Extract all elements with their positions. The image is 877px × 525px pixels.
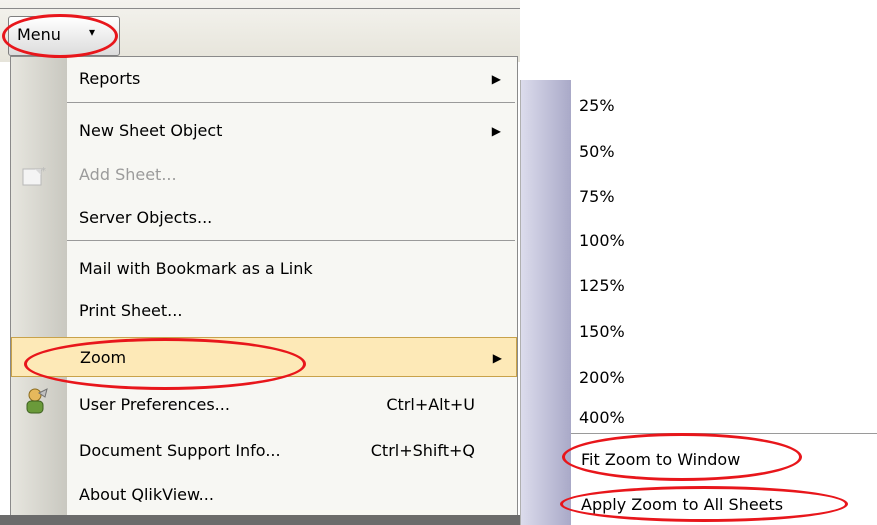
menu-item-label: Add Sheet... — [79, 165, 177, 184]
zoom-level-125[interactable]: 125% — [579, 266, 625, 306]
zoom-level-25[interactable]: 25% — [579, 86, 615, 126]
menu-item-mail-bookmark[interactable]: Mail with Bookmark as a Link — [67, 249, 515, 289]
menu-icon-gutter — [11, 57, 67, 517]
add-sheet-icon: * — [22, 166, 46, 186]
annotation-apply-zoom-ellipse — [560, 486, 848, 522]
annotation-fit-zoom-ellipse — [562, 433, 802, 481]
toolbar-border — [0, 8, 520, 9]
menu-item-label: Mail with Bookmark as a Link — [79, 259, 313, 278]
menu-item-print-sheet[interactable]: Print Sheet... — [67, 291, 515, 331]
menu-item-document-support-info[interactable]: Document Support Info... Ctrl+Shift+Q — [67, 431, 515, 471]
shortcut-label: Ctrl+Shift+Q — [370, 441, 475, 460]
zoom-level-150[interactable]: 150% — [579, 312, 625, 352]
menu-item-label: Server Objects... — [79, 208, 213, 227]
zoom-level-100[interactable]: 100% — [579, 221, 625, 261]
submenu-arrow-icon: ▶ — [491, 124, 501, 138]
zoom-level-200[interactable]: 200% — [579, 358, 625, 398]
svg-text:*: * — [41, 166, 46, 177]
menu-item-add-sheet[interactable]: Add Sheet... — [67, 155, 515, 195]
menu-item-label: About QlikView... — [79, 485, 214, 504]
submenu-arrow-icon: ▶ — [492, 351, 502, 365]
zoom-level-50[interactable]: 50% — [579, 132, 615, 172]
annotation-menu-ellipse — [2, 14, 118, 58]
menu-item-about-qlikview[interactable]: About QlikView... — [67, 475, 515, 515]
menu-item-label: Reports — [79, 69, 141, 88]
menu-item-label: New Sheet Object — [79, 121, 223, 140]
menu-separator — [67, 102, 515, 103]
menu-item-new-sheet-object[interactable]: New Sheet Object ▶ — [67, 111, 515, 151]
zoom-level-75[interactable]: 75% — [579, 177, 615, 217]
menu-item-server-objects[interactable]: Server Objects... — [67, 198, 515, 238]
zoom-level-400[interactable]: 400% — [579, 398, 625, 438]
annotation-zoom-ellipse — [24, 338, 306, 390]
menu-item-user-preferences[interactable]: User Preferences... Ctrl+Alt+U — [67, 385, 515, 425]
menu-item-label: Print Sheet... — [79, 301, 183, 320]
main-dropdown-menu: Reports ▶ New Sheet Object ▶ * Add Sheet… — [10, 56, 518, 518]
shortcut-label: Ctrl+Alt+U — [386, 395, 475, 414]
menu-item-label: User Preferences... — [79, 395, 230, 414]
submenu-arrow-icon: ▶ — [491, 72, 501, 86]
user-preferences-icon — [26, 388, 48, 414]
menu-item-label: Document Support Info... — [79, 441, 281, 460]
menu-item-reports[interactable]: Reports ▶ — [67, 59, 515, 99]
menu-separator — [67, 240, 515, 241]
window-edge — [0, 515, 520, 525]
